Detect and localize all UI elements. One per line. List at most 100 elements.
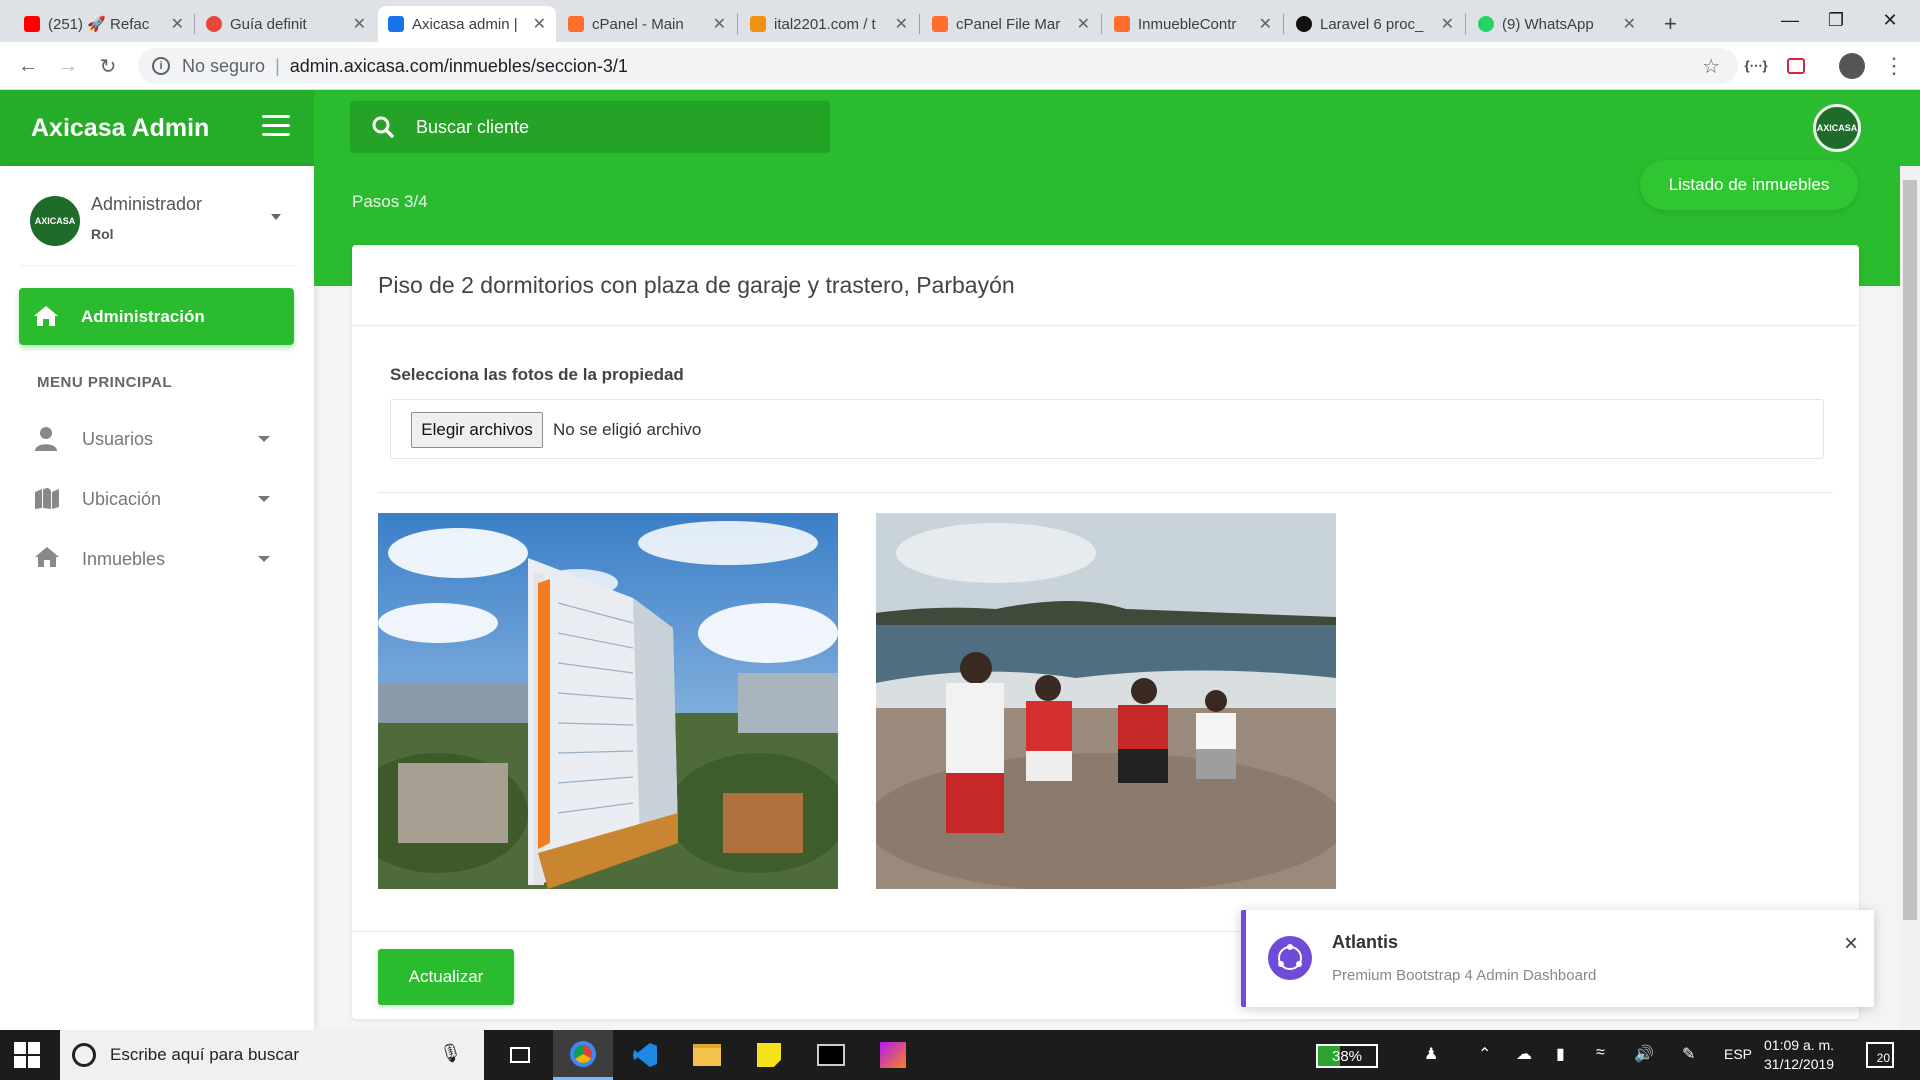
search-placeholder: Buscar cliente [416, 116, 530, 137]
close-icon[interactable]: ✕ [171, 14, 184, 34]
user-icon [34, 426, 60, 452]
sidebar-item-administracion[interactable]: Administración [19, 288, 294, 345]
browser-tab-strip: (251) 🚀 Refac ✕ Guía definit ✕ Axicasa a… [0, 0, 1920, 42]
onedrive-icon[interactable]: ☁ [1516, 1044, 1532, 1064]
menu-dots-icon[interactable]: ⋮ [1880, 52, 1908, 80]
restore-button[interactable]: ❐ [1806, 0, 1866, 40]
task-view-icon[interactable] [490, 1030, 550, 1080]
volume-icon[interactable]: 🔊 [1634, 1044, 1654, 1064]
back-icon[interactable]: ← [14, 52, 42, 80]
wifi-icon[interactable]: ≈ [1596, 1044, 1605, 1062]
windows-start-icon[interactable] [14, 1042, 40, 1068]
close-icon[interactable]: ✕ [1623, 14, 1636, 34]
steps-indicator: Pasos 3/4 [352, 192, 428, 211]
close-icon[interactable]: × [1844, 930, 1858, 958]
browser-tab[interactable]: ital2201.com / t ✕ [740, 6, 918, 42]
file-status: No se eligió archivo [553, 420, 702, 439]
close-icon[interactable]: ✕ [1077, 14, 1090, 34]
home-icon [33, 305, 59, 332]
people-icon[interactable]: ♟ [1424, 1044, 1438, 1064]
close-icon[interactable]: ✕ [713, 14, 726, 34]
choose-files-button[interactable]: Elegir archivos [411, 412, 543, 448]
cpanel-icon [932, 16, 948, 32]
github-icon [1296, 16, 1312, 32]
forward-icon[interactable]: → [54, 52, 82, 80]
user-role: Rol [91, 226, 114, 242]
clock[interactable]: 01:09 a. m. 31/12/2019 [1764, 1036, 1834, 1074]
tab-label: cPanel - Main [592, 15, 684, 33]
header-avatar[interactable]: AXICASA [1813, 104, 1861, 152]
page-title: Piso de 2 dormitorios con plaza de garaj… [378, 272, 1015, 298]
pen-icon[interactable]: ✎ [1682, 1044, 1695, 1064]
sticky-notes-icon[interactable] [739, 1030, 799, 1080]
address-bar: ← → ↻ i No seguro | admin.axicasa.com/in… [0, 42, 1920, 90]
chrome-icon[interactable] [553, 1030, 613, 1080]
file-input-container: Elegir archivos No se eligió archivo [390, 399, 1824, 459]
close-icon[interactable]: ✕ [1441, 14, 1454, 34]
security-label: No seguro [182, 55, 266, 76]
reload-icon[interactable]: ↻ [94, 52, 122, 80]
toast-notification: Atlantis Premium Bootstrap 4 Admin Dashb… [1241, 910, 1874, 1007]
app-header: Axicasa Admin Buscar cliente AXICASA [0, 90, 1920, 166]
divider [378, 492, 1833, 493]
close-icon[interactable]: ✕ [353, 14, 366, 34]
tab-label: (9) WhatsApp [1502, 15, 1594, 33]
hamburger-menu-icon[interactable] [262, 115, 290, 137]
avatar: AXICASA [30, 196, 80, 246]
building-photo[interactable] [378, 513, 838, 889]
close-window-button[interactable]: ✕ [1860, 0, 1920, 40]
browser-tab[interactable]: InmuebleContr ✕ [1104, 6, 1282, 42]
sidebar-item-inmuebles[interactable]: Inmuebles [34, 541, 286, 577]
tab-label: (251) 🚀 Refac [48, 16, 150, 33]
chevron-up-icon[interactable]: ⌃ [1478, 1044, 1491, 1064]
close-icon[interactable]: ✕ [1259, 14, 1272, 34]
list-properties-button[interactable]: Listado de inmuebles [1640, 160, 1858, 210]
language-indicator[interactable]: ESP [1724, 1046, 1752, 1062]
notification-center-icon[interactable]: 20 [1866, 1042, 1894, 1068]
new-tab-button[interactable]: + [1654, 6, 1684, 42]
page-scrollbar[interactable] [1900, 166, 1920, 1030]
microphone-icon[interactable]: 🎙 [439, 1043, 462, 1064]
chevron-down-icon[interactable] [271, 214, 281, 220]
vscode-icon[interactable] [615, 1030, 675, 1080]
sidebar-item-usuarios[interactable]: Usuarios [34, 421, 286, 457]
browser-tab[interactable]: cPanel File Mar ✕ [922, 6, 1100, 42]
tab-label: Guía definit [230, 15, 307, 33]
phpmyadmin-icon [750, 16, 766, 32]
phpstorm-icon[interactable] [863, 1030, 923, 1080]
battery-icon[interactable]: ▮ [1556, 1044, 1565, 1064]
photos-field-label: Selecciona las fotos de la propiedad [390, 365, 684, 384]
browser-tab[interactable]: (9) WhatsApp ✕ [1468, 6, 1646, 42]
menu-heading: MENU PRINCIPAL [37, 374, 173, 391]
close-icon[interactable]: ✕ [533, 14, 546, 34]
file-explorer-icon[interactable] [677, 1030, 737, 1080]
browser-tab[interactable]: Guía definit ✕ [196, 6, 376, 42]
sidebar-item-ubicacion[interactable]: Ubicación [34, 481, 286, 517]
scrollbar-thumb[interactable] [1903, 180, 1917, 920]
taskbar-search-input[interactable]: Escribe aquí para buscar 🎙 [60, 1030, 484, 1080]
info-icon[interactable]: i [152, 57, 170, 75]
sidebar-item-label: Administración [81, 306, 205, 326]
browser-tab[interactable]: cPanel - Main ✕ [558, 6, 736, 42]
close-icon[interactable]: ✕ [895, 14, 908, 34]
profile-avatar-icon[interactable] [1838, 52, 1866, 80]
url-input[interactable]: i No seguro | admin.axicasa.com/inmueble… [138, 48, 1738, 84]
beach-photo[interactable] [876, 513, 1336, 889]
chevron-down-icon [258, 496, 270, 502]
terminal-icon[interactable] [801, 1030, 861, 1080]
browser-tab[interactable]: Laravel 6 proc_ ✕ [1286, 6, 1464, 42]
youtube-icon [24, 16, 40, 32]
battery-indicator[interactable]: 38% [1316, 1044, 1378, 1068]
chevron-down-icon [258, 556, 270, 562]
update-button[interactable]: Actualizar [378, 949, 514, 1005]
search-input[interactable]: Buscar cliente [350, 101, 830, 153]
sidebar-item-label: Inmuebles [82, 548, 166, 569]
json-extension-icon[interactable]: {⋯} [1742, 52, 1770, 80]
browser-tab[interactable]: (251) 🚀 Refac ✕ [14, 6, 194, 42]
browser-tab-active[interactable]: Axicasa admin | ✕ [378, 6, 556, 42]
sidebar-item-label: Ubicación [82, 488, 162, 509]
star-icon[interactable]: ☆ [1702, 54, 1720, 79]
search-icon [372, 116, 394, 138]
pocket-extension-icon[interactable] [1782, 52, 1810, 80]
user-panel[interactable]: AXICASA Administrador Rol [20, 186, 298, 266]
